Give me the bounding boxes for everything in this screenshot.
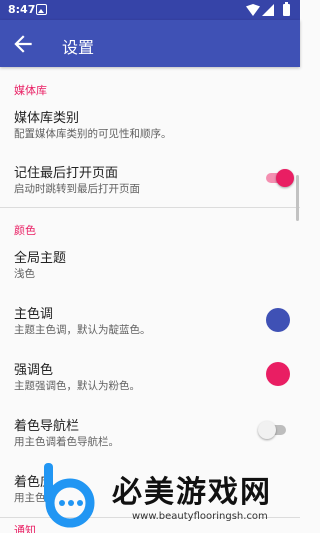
- pref-title: 强调色: [14, 363, 54, 378]
- watermark-url: www.beautyflooringsh.com: [132, 511, 268, 522]
- status-bar: 8:47: [0, 0, 300, 20]
- back-button[interactable]: [10, 31, 36, 57]
- pref-media-categories[interactable]: 媒体库类别 配置媒体库类别的可见性和顺序。: [0, 97, 300, 150]
- pref-primary-color[interactable]: 主色调 主题主色调，默认为靛蓝色。: [0, 291, 300, 348]
- pref-title: 全局主题: [14, 251, 67, 266]
- scrollbar-thumb[interactable]: [296, 175, 299, 221]
- pref-theme[interactable]: 全局主题 浅色: [0, 235, 300, 291]
- pref-accent-color[interactable]: 强调色 主题强调色，默认为粉色。: [0, 348, 300, 405]
- pref-summary: 主题强调色，默认为粉色。: [14, 380, 140, 392]
- pref-title: 记住最后打开页面: [14, 166, 119, 181]
- pref-title: 着色导航栏: [14, 419, 80, 434]
- pref-remember-last-page[interactable]: 记住最后打开页面 启动时跳转到最后打开页面: [0, 150, 300, 207]
- watermark-title: 必美游戏网: [112, 475, 272, 510]
- switch-thumb: [276, 169, 294, 187]
- remember-last-page-switch[interactable]: [264, 169, 294, 187]
- pref-summary: 用主色调着色导航栏。: [14, 436, 119, 448]
- pref-colored-navbar[interactable]: 着色导航栏 用主色调着色导航栏。: [0, 405, 300, 462]
- accent-color-swatch[interactable]: [266, 362, 290, 386]
- section-divider: [0, 207, 300, 208]
- arrow-back-icon: [14, 35, 32, 53]
- battery-icon: [283, 2, 290, 16]
- pref-summary: 启动时跳转到最后打开页面: [14, 183, 140, 195]
- cellular-signal-icon: [262, 4, 274, 16]
- watermark: 必美游戏网 www.beautyflooringsh.com: [0, 455, 300, 533]
- pref-summary: 浅色: [14, 268, 35, 280]
- pref-title: 媒体库类别: [14, 111, 80, 126]
- category-library: 媒体库: [14, 84, 47, 97]
- pref-summary: 配置媒体库类别的可见性和顺序。: [14, 128, 172, 140]
- pref-title: 主色调: [14, 307, 54, 322]
- watermark-logo-icon: [44, 463, 95, 528]
- colored-navbar-switch[interactable]: [258, 421, 288, 439]
- page-title: 设置: [62, 38, 95, 57]
- pref-summary: 主题主色调，默认为靛蓝色。: [14, 324, 151, 336]
- wifi-icon: [246, 4, 260, 16]
- app-bar: 设置: [0, 20, 300, 67]
- status-time: 8:47: [8, 3, 36, 16]
- primary-color-swatch[interactable]: [266, 308, 290, 332]
- switch-thumb: [258, 421, 276, 439]
- photo-notification-icon: [36, 4, 47, 15]
